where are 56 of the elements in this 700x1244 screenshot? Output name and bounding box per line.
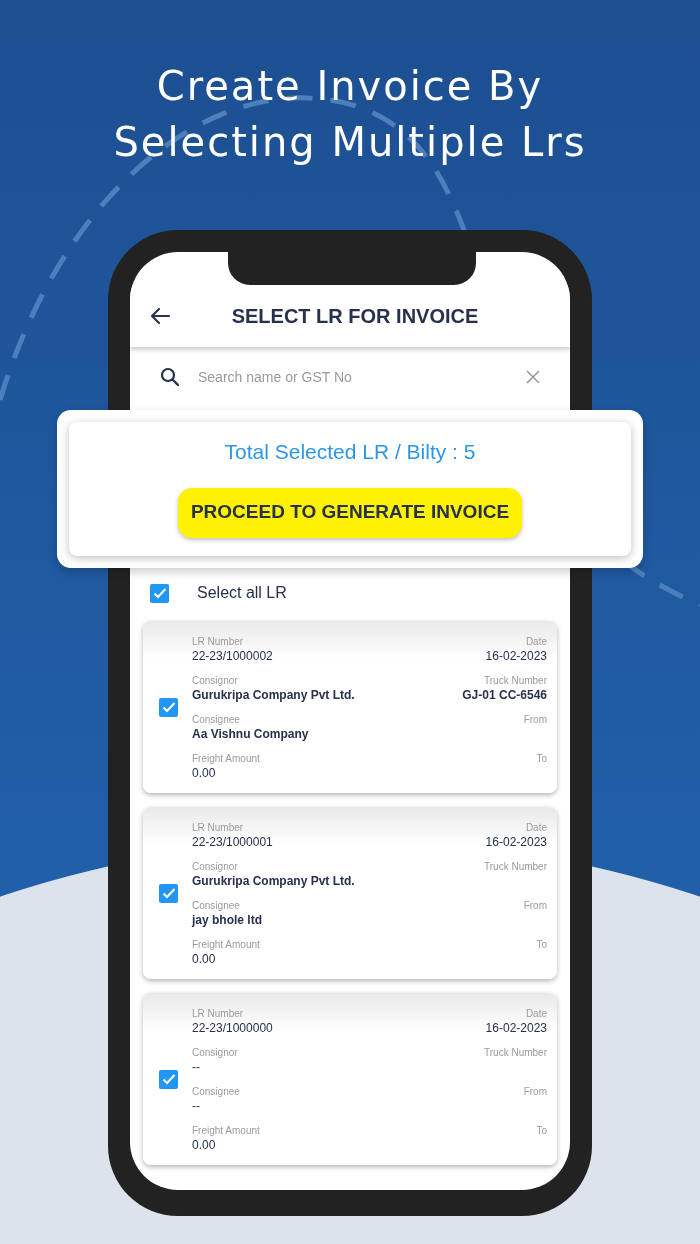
field-label: Freight Amount [192,752,260,765]
field-value: jay bhole ltd [192,911,262,928]
field-value: Gurukripa Company Pvt Ltd. [192,686,355,703]
field-value: 0.00 [192,950,216,967]
field-label: Date [525,1007,547,1020]
field-label: Consignor [192,860,238,873]
field-label: Truck Number [484,1046,547,1059]
field-label: Consignor [192,1046,238,1059]
lr-card[interactable]: LR Number 22-23/1000000 Date 16-02-2023 Consignor -- Truck Number Consignee -- From Freight Amount 0.00 To [143,993,557,1165]
field-label: From [523,1085,547,1098]
checkbox[interactable] [150,583,169,603]
field-label: Consignor [192,674,238,687]
field-label: Truck Number [484,860,547,873]
field-value: 22-23/1000002 [192,647,273,664]
selected-count: Total Selected LR / Bilty : 5 [224,439,476,465]
field-value: 0.00 [192,764,216,781]
field-value: Aa Vishnu Company [192,725,309,742]
checkbox[interactable] [159,697,178,717]
field-label: Date [525,821,547,834]
field-value: 0.00 [192,1136,216,1153]
search-field[interactable]: Search name or GST No [198,366,526,388]
field-label: To [536,752,547,765]
screen-title: SELECT LR FOR INVOICE [231,304,479,329]
field-label: Freight Amount [192,1124,260,1137]
field-value: 16-02-2023 [485,1019,547,1036]
field-label: LR Number [192,635,244,648]
search-icon [160,367,180,387]
field-label: Consignee [192,713,240,726]
field-label: To [536,938,547,951]
field-value: 16-02-2023 [485,647,547,664]
field-label: To [536,1124,547,1137]
field-label: From [523,899,547,912]
field-label: Freight Amount [192,938,260,951]
field-label: From [523,713,547,726]
lr-card[interactable]: LR Number 22-23/1000001 Date 16-02-2023 Consignor Gurukripa Company Pvt Ltd. Truck Number Consignee jay bhole ltd From Freight Amount 0.00 To [143,807,557,979]
headline: Create Invoice By [156,62,544,111]
field-value: 16-02-2023 [485,833,547,850]
field-value: 22-23/1000001 [192,833,273,850]
field-label: Date [525,635,547,648]
field-label: LR Number [192,821,244,834]
field-label: Consignee [192,1085,240,1098]
lr-card[interactable]: LR Number 22-23/1000002 Date 16-02-2023 Consignor Gurukripa Company Pvt Ltd. Truck Number GJ-01 CC-6546 Consignee Aa Vishnu Company From Freight Amount 0.00 To [143,621,557,793]
field-value: -- [192,1097,200,1114]
checkbox[interactable] [159,1069,178,1089]
checkbox[interactable] [159,883,178,903]
field-label: LR Number [192,1007,244,1020]
field-value: Gurukripa Company Pvt Ltd. [192,872,355,889]
clear-icon[interactable] [526,370,540,384]
select-all-label[interactable]: Select all LR [197,581,287,605]
field-value: 22-23/1000000 [192,1019,273,1036]
proceed-button[interactable]: PROCEED TO GENERATE INVOICE [178,487,522,538]
field-label: Truck Number [484,674,547,687]
field-value: GJ-01 CC-6546 [462,686,547,703]
headline: Selecting Multiple Lrs [113,118,587,167]
field-label: Consignee [192,899,240,912]
field-value: -- [192,1058,200,1075]
